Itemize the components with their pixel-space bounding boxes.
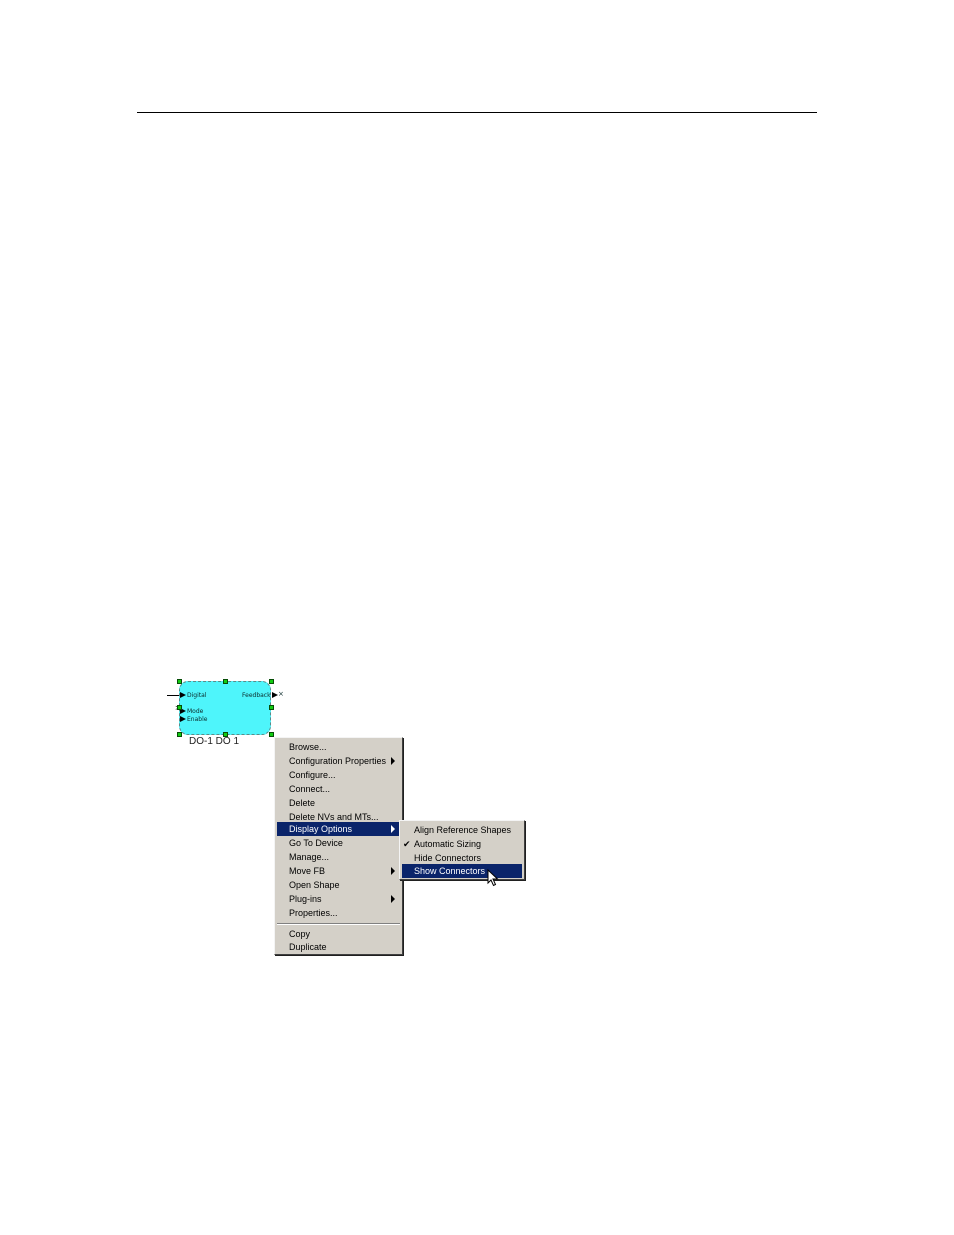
resize-handle[interactable] xyxy=(269,705,274,710)
menu-item-manage[interactable]: Manage... xyxy=(277,850,400,864)
menu-item-go-to-device[interactable]: Go To Device xyxy=(277,836,400,850)
submenu-arrow-icon xyxy=(391,757,395,765)
port-digital-label: Digital xyxy=(187,692,207,699)
context-menu: Browse... Configuration Properties Confi… xyxy=(274,737,403,955)
menu-item-configuration-properties[interactable]: Configuration Properties xyxy=(277,754,400,768)
menu-separator xyxy=(277,923,400,925)
port-mode-label: Mode xyxy=(187,708,204,715)
submenu-item-show-connectors[interactable]: Show Connectors xyxy=(402,864,522,878)
digital-port-arrow-icon xyxy=(180,692,186,698)
display-options-submenu: Align Reference Shapes ✔ Automatic Sizing… xyxy=(399,820,525,880)
port-enable-label: Enable xyxy=(187,716,208,723)
feedback-connector-x-icon: × xyxy=(278,690,284,698)
menu-item-copy[interactable]: Copy xyxy=(277,927,400,941)
mouse-pointer-icon xyxy=(487,869,499,887)
resize-handle[interactable] xyxy=(177,679,182,684)
menu-item-configure[interactable]: Configure... xyxy=(277,768,400,782)
port-feedback-label: Feedback xyxy=(242,692,271,699)
submenu-item-align-reference-shapes[interactable]: Align Reference Shapes xyxy=(402,823,522,837)
submenu-arrow-icon xyxy=(391,895,395,903)
enable-port-arrow-icon xyxy=(180,716,186,722)
menu-item-properties[interactable]: Properties... xyxy=(277,906,400,920)
checkmark-icon: ✔ xyxy=(403,839,411,849)
menu-item-plug-ins[interactable]: Plug-ins xyxy=(277,892,400,906)
menu-item-delete[interactable]: Delete xyxy=(277,796,400,810)
resize-handle[interactable] xyxy=(177,705,182,710)
resize-handle[interactable] xyxy=(269,679,274,684)
menu-item-browse[interactable]: Browse... xyxy=(277,740,400,754)
menu-item-open-shape[interactable]: Open Shape xyxy=(277,878,400,892)
resize-handle[interactable] xyxy=(177,732,182,737)
menu-item-move-fb[interactable]: Move FB xyxy=(277,864,400,878)
submenu-arrow-icon xyxy=(391,825,395,833)
submenu-item-hide-connectors[interactable]: Hide Connectors xyxy=(402,851,522,865)
function-block-name: DO-1 DO 1 xyxy=(189,736,240,747)
menu-item-display-options[interactable]: Display Options xyxy=(277,822,400,836)
menu-item-duplicate[interactable]: Duplicate xyxy=(277,940,400,954)
submenu-item-automatic-sizing[interactable]: ✔ Automatic Sizing xyxy=(402,837,522,851)
resize-handle[interactable] xyxy=(223,679,228,684)
submenu-arrow-icon xyxy=(391,867,395,875)
page-header-rule xyxy=(137,112,817,113)
menu-item-connect[interactable]: Connect... xyxy=(277,782,400,796)
